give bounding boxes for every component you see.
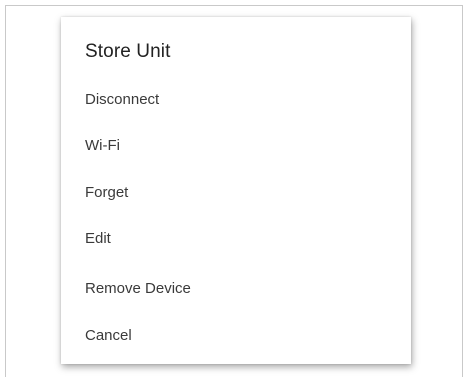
edit-option[interactable]: Edit (85, 230, 111, 247)
remove-device-option[interactable]: Remove Device (85, 280, 191, 297)
forget-option[interactable]: Forget (85, 184, 128, 201)
options-dialog: Store Unit Disconnect Wi-Fi Forget Edit … (61, 17, 411, 364)
disconnect-option[interactable]: Disconnect (85, 91, 159, 108)
dialog-title: Store Unit (85, 41, 171, 62)
cancel-option[interactable]: Cancel (85, 327, 132, 344)
wifi-option[interactable]: Wi-Fi (85, 137, 120, 154)
